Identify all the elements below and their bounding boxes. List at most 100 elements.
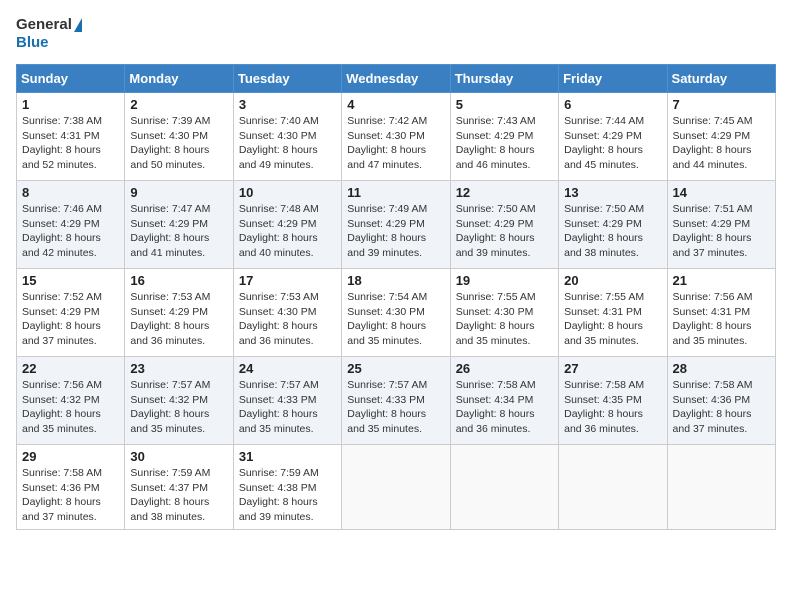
calendar-cell xyxy=(559,445,667,530)
calendar-cell: 12 Sunrise: 7:50 AMSunset: 4:29 PMDaylig… xyxy=(450,181,558,269)
weekday-header-row: SundayMondayTuesdayWednesdayThursdayFrid… xyxy=(17,65,776,93)
day-number: 2 xyxy=(130,97,227,112)
calendar-cell: 30 Sunrise: 7:59 AMSunset: 4:37 PMDaylig… xyxy=(125,445,233,530)
day-info: Sunrise: 7:46 AMSunset: 4:29 PMDaylight:… xyxy=(22,203,102,259)
calendar-cell: 24 Sunrise: 7:57 AMSunset: 4:33 PMDaylig… xyxy=(233,357,341,445)
calendar-cell: 17 Sunrise: 7:53 AMSunset: 4:30 PMDaylig… xyxy=(233,269,341,357)
day-number: 4 xyxy=(347,97,444,112)
day-info: Sunrise: 7:52 AMSunset: 4:29 PMDaylight:… xyxy=(22,291,102,347)
weekday-header-friday: Friday xyxy=(559,65,667,93)
weekday-header-wednesday: Wednesday xyxy=(342,65,450,93)
day-number: 28 xyxy=(673,361,770,376)
day-number: 11 xyxy=(347,185,444,200)
day-info: Sunrise: 7:56 AMSunset: 4:32 PMDaylight:… xyxy=(22,379,102,435)
calendar-cell: 8 Sunrise: 7:46 AMSunset: 4:29 PMDayligh… xyxy=(17,181,125,269)
calendar-week-4: 22 Sunrise: 7:56 AMSunset: 4:32 PMDaylig… xyxy=(17,357,776,445)
day-info: Sunrise: 7:57 AMSunset: 4:33 PMDaylight:… xyxy=(347,379,427,435)
calendar-week-1: 1 Sunrise: 7:38 AMSunset: 4:31 PMDayligh… xyxy=(17,93,776,181)
calendar-cell: 9 Sunrise: 7:47 AMSunset: 4:29 PMDayligh… xyxy=(125,181,233,269)
day-info: Sunrise: 7:53 AMSunset: 4:29 PMDaylight:… xyxy=(130,291,210,347)
day-info: Sunrise: 7:50 AMSunset: 4:29 PMDaylight:… xyxy=(456,203,536,259)
day-number: 17 xyxy=(239,273,336,288)
weekday-header-sunday: Sunday xyxy=(17,65,125,93)
weekday-header-thursday: Thursday xyxy=(450,65,558,93)
calendar-cell: 20 Sunrise: 7:55 AMSunset: 4:31 PMDaylig… xyxy=(559,269,667,357)
day-info: Sunrise: 7:58 AMSunset: 4:35 PMDaylight:… xyxy=(564,379,644,435)
logo: General Blue xyxy=(16,16,82,52)
weekday-header-monday: Monday xyxy=(125,65,233,93)
day-info: Sunrise: 7:55 AMSunset: 4:31 PMDaylight:… xyxy=(564,291,644,347)
day-number: 20 xyxy=(564,273,661,288)
day-info: Sunrise: 7:38 AMSunset: 4:31 PMDaylight:… xyxy=(22,115,102,171)
day-info: Sunrise: 7:59 AMSunset: 4:37 PMDaylight:… xyxy=(130,467,210,523)
day-number: 18 xyxy=(347,273,444,288)
calendar-cell: 7 Sunrise: 7:45 AMSunset: 4:29 PMDayligh… xyxy=(667,93,775,181)
calendar-cell: 31 Sunrise: 7:59 AMSunset: 4:38 PMDaylig… xyxy=(233,445,341,530)
day-info: Sunrise: 7:55 AMSunset: 4:30 PMDaylight:… xyxy=(456,291,536,347)
day-number: 24 xyxy=(239,361,336,376)
calendar-cell: 11 Sunrise: 7:49 AMSunset: 4:29 PMDaylig… xyxy=(342,181,450,269)
calendar-cell: 2 Sunrise: 7:39 AMSunset: 4:30 PMDayligh… xyxy=(125,93,233,181)
day-info: Sunrise: 7:54 AMSunset: 4:30 PMDaylight:… xyxy=(347,291,427,347)
calendar-cell: 21 Sunrise: 7:56 AMSunset: 4:31 PMDaylig… xyxy=(667,269,775,357)
calendar-cell xyxy=(342,445,450,530)
header: General Blue xyxy=(16,16,776,52)
calendar-cell xyxy=(667,445,775,530)
day-number: 10 xyxy=(239,185,336,200)
day-info: Sunrise: 7:58 AMSunset: 4:36 PMDaylight:… xyxy=(22,467,102,523)
calendar-cell: 27 Sunrise: 7:58 AMSunset: 4:35 PMDaylig… xyxy=(559,357,667,445)
calendar-week-5: 29 Sunrise: 7:58 AMSunset: 4:36 PMDaylig… xyxy=(17,445,776,530)
day-info: Sunrise: 7:47 AMSunset: 4:29 PMDaylight:… xyxy=(130,203,210,259)
calendar-cell: 13 Sunrise: 7:50 AMSunset: 4:29 PMDaylig… xyxy=(559,181,667,269)
calendar-cell: 15 Sunrise: 7:52 AMSunset: 4:29 PMDaylig… xyxy=(17,269,125,357)
weekday-header-tuesday: Tuesday xyxy=(233,65,341,93)
day-info: Sunrise: 7:45 AMSunset: 4:29 PMDaylight:… xyxy=(673,115,753,171)
day-info: Sunrise: 7:53 AMSunset: 4:30 PMDaylight:… xyxy=(239,291,319,347)
day-info: Sunrise: 7:59 AMSunset: 4:38 PMDaylight:… xyxy=(239,467,319,523)
day-number: 29 xyxy=(22,449,119,464)
day-info: Sunrise: 7:57 AMSunset: 4:33 PMDaylight:… xyxy=(239,379,319,435)
calendar-cell: 6 Sunrise: 7:44 AMSunset: 4:29 PMDayligh… xyxy=(559,93,667,181)
calendar-cell xyxy=(450,445,558,530)
day-number: 15 xyxy=(22,273,119,288)
day-number: 19 xyxy=(456,273,553,288)
day-number: 14 xyxy=(673,185,770,200)
day-info: Sunrise: 7:40 AMSunset: 4:30 PMDaylight:… xyxy=(239,115,319,171)
day-info: Sunrise: 7:42 AMSunset: 4:30 PMDaylight:… xyxy=(347,115,427,171)
calendar-week-2: 8 Sunrise: 7:46 AMSunset: 4:29 PMDayligh… xyxy=(17,181,776,269)
calendar-cell: 10 Sunrise: 7:48 AMSunset: 4:29 PMDaylig… xyxy=(233,181,341,269)
day-number: 8 xyxy=(22,185,119,200)
calendar-cell: 4 Sunrise: 7:42 AMSunset: 4:30 PMDayligh… xyxy=(342,93,450,181)
day-number: 9 xyxy=(130,185,227,200)
day-info: Sunrise: 7:39 AMSunset: 4:30 PMDaylight:… xyxy=(130,115,210,171)
calendar-table: SundayMondayTuesdayWednesdayThursdayFrid… xyxy=(16,64,776,530)
day-info: Sunrise: 7:58 AMSunset: 4:36 PMDaylight:… xyxy=(673,379,753,435)
calendar-cell: 3 Sunrise: 7:40 AMSunset: 4:30 PMDayligh… xyxy=(233,93,341,181)
day-number: 31 xyxy=(239,449,336,464)
day-number: 26 xyxy=(456,361,553,376)
logo-text: General Blue xyxy=(16,16,82,52)
day-info: Sunrise: 7:49 AMSunset: 4:29 PMDaylight:… xyxy=(347,203,427,259)
day-number: 16 xyxy=(130,273,227,288)
calendar-cell: 26 Sunrise: 7:58 AMSunset: 4:34 PMDaylig… xyxy=(450,357,558,445)
day-number: 5 xyxy=(456,97,553,112)
day-number: 7 xyxy=(673,97,770,112)
day-info: Sunrise: 7:43 AMSunset: 4:29 PMDaylight:… xyxy=(456,115,536,171)
calendar-cell: 22 Sunrise: 7:56 AMSunset: 4:32 PMDaylig… xyxy=(17,357,125,445)
day-info: Sunrise: 7:56 AMSunset: 4:31 PMDaylight:… xyxy=(673,291,753,347)
day-info: Sunrise: 7:51 AMSunset: 4:29 PMDaylight:… xyxy=(673,203,753,259)
weekday-header-saturday: Saturday xyxy=(667,65,775,93)
day-number: 23 xyxy=(130,361,227,376)
day-info: Sunrise: 7:44 AMSunset: 4:29 PMDaylight:… xyxy=(564,115,644,171)
day-number: 21 xyxy=(673,273,770,288)
day-number: 6 xyxy=(564,97,661,112)
calendar-week-3: 15 Sunrise: 7:52 AMSunset: 4:29 PMDaylig… xyxy=(17,269,776,357)
calendar-cell: 14 Sunrise: 7:51 AMSunset: 4:29 PMDaylig… xyxy=(667,181,775,269)
calendar-cell: 5 Sunrise: 7:43 AMSunset: 4:29 PMDayligh… xyxy=(450,93,558,181)
calendar-cell: 23 Sunrise: 7:57 AMSunset: 4:32 PMDaylig… xyxy=(125,357,233,445)
calendar-cell: 25 Sunrise: 7:57 AMSunset: 4:33 PMDaylig… xyxy=(342,357,450,445)
day-info: Sunrise: 7:50 AMSunset: 4:29 PMDaylight:… xyxy=(564,203,644,259)
calendar-cell: 18 Sunrise: 7:54 AMSunset: 4:30 PMDaylig… xyxy=(342,269,450,357)
calendar-cell: 1 Sunrise: 7:38 AMSunset: 4:31 PMDayligh… xyxy=(17,93,125,181)
calendar-cell: 19 Sunrise: 7:55 AMSunset: 4:30 PMDaylig… xyxy=(450,269,558,357)
